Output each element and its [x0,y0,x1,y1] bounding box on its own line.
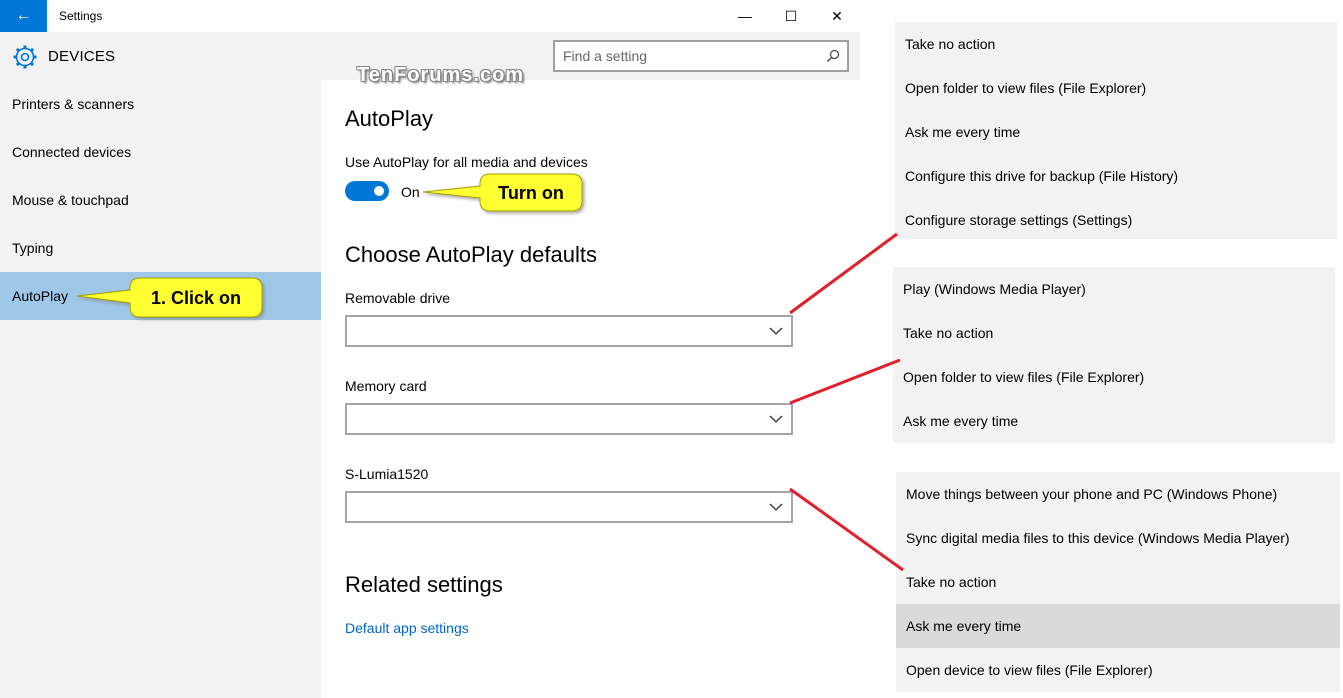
connector-line [789,487,904,572]
connector-line [789,358,901,405]
turn-on-callout: Turn on [422,173,583,212]
turn-on-callout-text: Turn on [498,183,564,203]
click-on-callout: 1. Click on [76,277,263,318]
connector-line [789,232,898,315]
connector-lines [789,232,904,572]
click-on-callout-text: 1. Click on [151,288,241,308]
